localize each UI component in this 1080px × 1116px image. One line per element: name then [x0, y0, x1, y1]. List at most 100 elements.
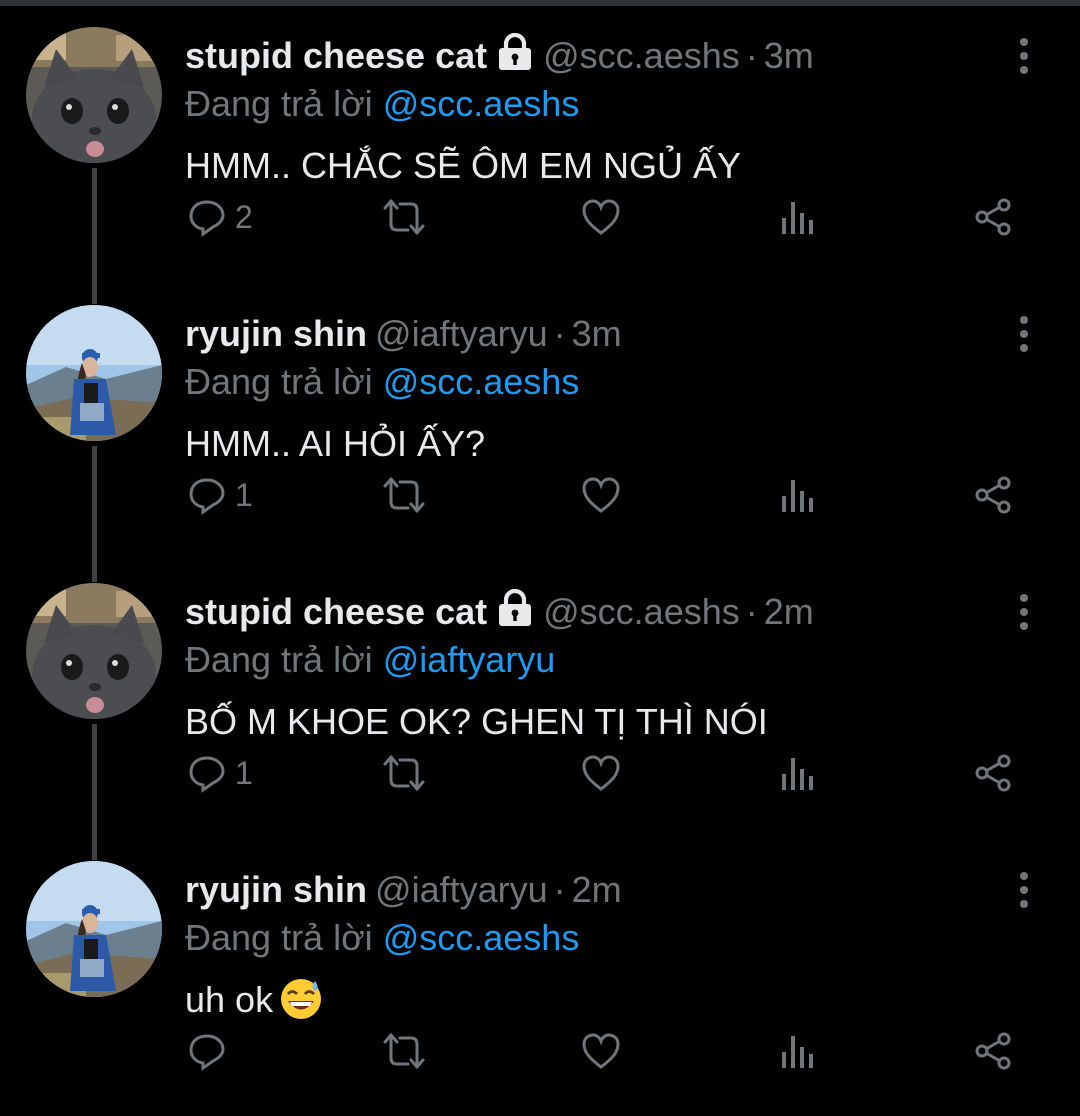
share-button[interactable] — [973, 1026, 1013, 1076]
tweet-header: stupid cheese cat @scc.aeshs · 2m — [185, 586, 814, 638]
retweet-button[interactable] — [381, 470, 427, 520]
username[interactable]: @scc.aeshs — [543, 35, 740, 76]
timestamp[interactable]: 3m — [572, 313, 622, 354]
tweet-actions: 1 — [185, 748, 1045, 798]
like-icon — [582, 477, 620, 513]
reply-button[interactable]: 1 — [187, 470, 253, 520]
reply-button[interactable]: 2 — [187, 192, 253, 242]
analytics-icon — [782, 1036, 813, 1068]
mention-link[interactable]: @scc.aeshs — [383, 361, 580, 402]
username[interactable]: @scc.aeshs — [543, 591, 740, 632]
more-options-button[interactable] — [1006, 36, 1042, 76]
retweet-icon — [383, 755, 425, 791]
separator-dot: · — [553, 869, 566, 910]
retweet-icon — [383, 199, 425, 235]
tweet-actions: 1 — [185, 470, 1045, 520]
tweet[interactable]: stupid cheese cat @scc.aeshs · 3m Đang trả… — [0, 0, 1080, 278]
mention-link[interactable]: @iaftyaryu — [383, 639, 556, 680]
reply-button[interactable] — [187, 1026, 235, 1076]
analytics-icon — [782, 758, 813, 790]
display-name[interactable]: stupid cheese cat — [185, 591, 487, 632]
like-button[interactable] — [581, 1026, 621, 1076]
tweet[interactable]: stupid cheese cat @scc.aeshs · 2m Đang trả… — [0, 556, 1080, 834]
lock-icon — [499, 33, 532, 70]
analytics-icon — [782, 202, 813, 234]
analytics-icon — [782, 480, 813, 512]
tweet-text: HMM.. AI HỎI ẤY? — [185, 418, 485, 470]
share-button[interactable] — [973, 748, 1013, 798]
more-options-icon — [1020, 316, 1028, 352]
display-name[interactable]: stupid cheese cat — [185, 35, 487, 76]
lock-icon — [499, 589, 532, 626]
mention-link[interactable]: @scc.aeshs — [383, 917, 580, 958]
reply-count: 1 — [235, 754, 253, 791]
replying-to: Đang trả lời @scc.aeshs — [185, 356, 579, 408]
avatar[interactable] — [26, 583, 162, 719]
share-icon — [975, 198, 1011, 236]
separator-dot: · — [553, 313, 566, 354]
mention-link[interactable]: @scc.aeshs — [383, 83, 580, 124]
timestamp[interactable]: 2m — [572, 869, 622, 910]
retweet-button[interactable] — [381, 1026, 427, 1076]
display-name[interactable]: ryujin shin — [185, 313, 367, 354]
reply-count: 1 — [235, 476, 253, 513]
reply-count: 2 — [235, 198, 253, 235]
tweet-text-content: BỐ M KHOE OK? GHEN TỊ THÌ NÓI — [185, 701, 768, 742]
timestamp[interactable]: 3m — [764, 35, 814, 76]
like-icon — [582, 755, 620, 791]
retweet-button[interactable] — [381, 748, 427, 798]
separator-dot: · — [745, 591, 758, 632]
tweet-text: uh ok — [185, 974, 323, 1026]
analytics-button[interactable] — [779, 748, 815, 798]
analytics-button[interactable] — [779, 470, 815, 520]
more-options-icon — [1020, 594, 1028, 630]
more-options-button[interactable] — [1006, 314, 1042, 354]
like-button[interactable] — [581, 748, 621, 798]
replying-label: Đang trả lời — [185, 361, 373, 402]
grinning-face-with-sweat-icon — [281, 979, 322, 1019]
avatar[interactable] — [26, 305, 162, 441]
more-options-icon — [1020, 872, 1028, 908]
tweet-text: HMM.. CHẮC SẼ ÔM EM NGỦ ẤY — [185, 140, 741, 192]
replying-to: Đang trả lời @iaftyaryu — [185, 634, 555, 686]
avatar[interactable] — [26, 27, 162, 163]
tweet-header: ryujin shin @iaftyaryu · 3m — [185, 308, 622, 360]
tweet[interactable]: ryujin shin @iaftyaryu · 2m Đang trả lời @s… — [0, 834, 1080, 1112]
tweet-actions: 2 — [185, 192, 1045, 242]
analytics-button[interactable] — [779, 192, 815, 242]
reply-icon — [189, 756, 225, 793]
tweet-text-content: uh ok — [185, 979, 274, 1020]
tweet-text-content: HMM.. CHẮC SẼ ÔM EM NGỦ ẤY — [185, 145, 742, 186]
replying-label: Đang trả lời — [185, 83, 373, 124]
replying-to: Đang trả lời @scc.aeshs — [185, 78, 579, 130]
share-button[interactable] — [973, 192, 1013, 242]
reply-icon — [189, 1034, 225, 1071]
like-button[interactable] — [581, 192, 621, 242]
more-options-button[interactable] — [1006, 870, 1042, 910]
tweet-text: BỐ M KHOE OK? GHEN TỊ THÌ NÓI — [185, 696, 768, 748]
like-button[interactable] — [581, 470, 621, 520]
tweet-header: ryujin shin @iaftyaryu · 2m — [185, 864, 622, 916]
username[interactable]: @iaftyaryu — [375, 313, 548, 354]
separator-dot: · — [745, 35, 758, 76]
tweet-header: stupid cheese cat @scc.aeshs · 3m — [185, 30, 814, 82]
tweet[interactable]: ryujin shin @iaftyaryu · 3m Đang trả lời @s… — [0, 278, 1080, 556]
avatar[interactable] — [26, 861, 162, 997]
timestamp[interactable]: 2m — [764, 591, 814, 632]
share-button[interactable] — [973, 470, 1013, 520]
reply-icon — [189, 478, 225, 515]
like-icon — [582, 1033, 620, 1069]
reply-button[interactable]: 1 — [187, 748, 253, 798]
more-options-button[interactable] — [1006, 592, 1042, 632]
retweet-button[interactable] — [381, 192, 427, 242]
tweet-text-content: HMM.. AI HỎI ẤY? — [185, 423, 486, 464]
username[interactable]: @iaftyaryu — [375, 869, 548, 910]
share-icon — [975, 476, 1011, 514]
like-icon — [582, 199, 620, 235]
analytics-button[interactable] — [779, 1026, 815, 1076]
replying-label: Đang trả lời — [185, 639, 373, 680]
retweet-icon — [383, 477, 425, 513]
replying-to: Đang trả lời @scc.aeshs — [185, 912, 579, 964]
display-name[interactable]: ryujin shin — [185, 869, 367, 910]
more-options-icon — [1020, 38, 1028, 74]
